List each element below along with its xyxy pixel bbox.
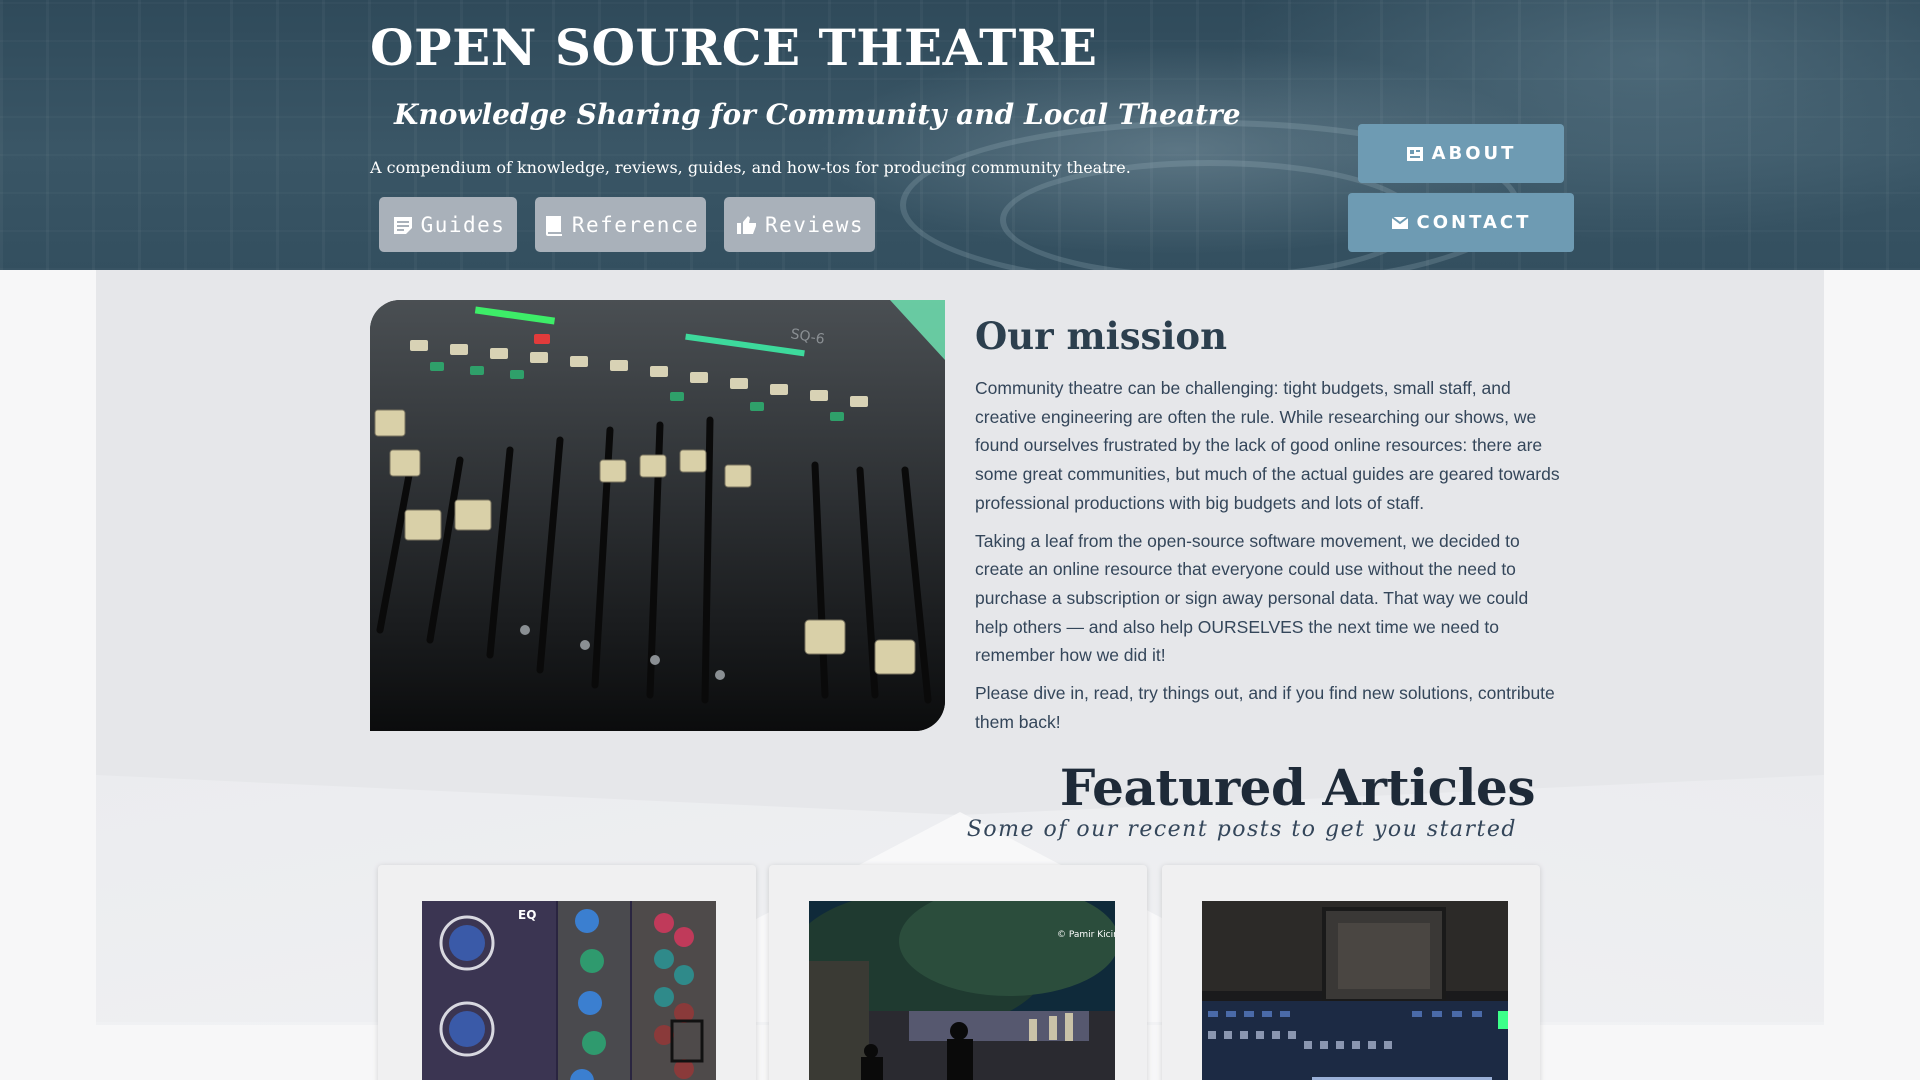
about-button[interactable]: ABOUT (1358, 124, 1564, 183)
outdoor-stage-photo[interactable]: © Pamir Kiciman (809, 901, 1115, 1080)
mixing-console-image: SQ-6 (370, 300, 945, 731)
photo-credit: © Pamir Kiciman (1057, 930, 1115, 940)
site-blurb: A compendium of knowledge, reviews, guid… (370, 158, 1131, 177)
nav-guides-button[interactable]: Guides (379, 197, 517, 252)
about-label: ABOUT (1431, 143, 1517, 164)
featured-card[interactable]: © Pamir Kiciman (769, 865, 1147, 1080)
mission-paragraph: Community theatre can be challenging: ti… (975, 378, 1560, 513)
site-tagline: Knowledge Sharing for Community and Loca… (394, 98, 1241, 131)
note-icon (391, 213, 415, 237)
nav-reference-button[interactable]: Reference (535, 197, 706, 252)
eq-module-photo[interactable]: EQ (418, 901, 716, 1080)
site-title[interactable]: OPEN SOURCE THEATRE (370, 18, 1098, 77)
mission-text: Community theatre can be challenging: ti… (975, 374, 1565, 745)
featured-card[interactable] (1162, 865, 1540, 1080)
nav-reference-label: Reference (571, 212, 700, 237)
nav-reviews-label: Reviews (764, 212, 864, 237)
featured-heading: Featured Articles (1059, 758, 1536, 817)
nav-guides-label: Guides (420, 212, 506, 237)
hero-header: OPEN SOURCE THEATRE Knowledge Sharing fo… (0, 0, 1920, 270)
contact-label: CONTACT (1416, 212, 1532, 233)
mixing-console-photo[interactable] (1202, 901, 1508, 1080)
book-icon (542, 213, 566, 237)
mission-heading: Our mission (975, 314, 1228, 358)
eq-label: EQ (518, 908, 536, 922)
mission-paragraph: Please dive in, read, try things out, an… (975, 683, 1555, 732)
nav-reviews-button[interactable]: Reviews (724, 197, 875, 252)
thumbs-up-icon (735, 213, 759, 237)
featured-card[interactable]: EQ (378, 865, 756, 1080)
mail-icon (1390, 214, 1409, 232)
info-card-icon (1406, 145, 1424, 163)
mission-paragraph: Taking a leaf from the open-source softw… (975, 530, 1529, 666)
featured-subheading: Some of our recent posts to get you star… (966, 817, 1517, 842)
contact-button[interactable]: CONTACT (1348, 193, 1574, 252)
